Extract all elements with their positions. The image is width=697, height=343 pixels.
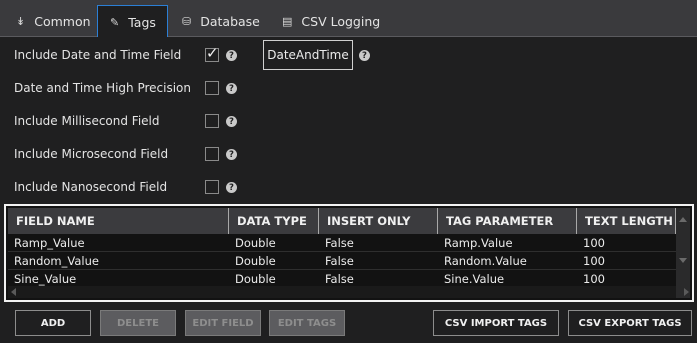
edit-tags-button[interactable]: EDIT TAGS [269, 310, 345, 336]
column-header-text-length[interactable]: TEXT LENGTH [577, 208, 676, 234]
tab-bar: ↡ Common ✎ Tags ⛁ Database ▤ CSV Logging [0, 0, 697, 38]
delete-button[interactable]: DELETE [100, 310, 176, 336]
option-label: Date and Time High Precision [14, 81, 192, 95]
add-button[interactable]: ADD [15, 310, 91, 336]
help-icon[interactable]: ? [226, 116, 237, 127]
cell-tag-parameter: Ramp.Value [444, 236, 513, 250]
csv-file-icon: ▤ [282, 14, 293, 28]
scroll-left-icon[interactable] [11, 288, 16, 296]
csv-export-tags-button[interactable]: CSV EXPORT TAGS [568, 310, 692, 336]
column-header-tag-parameter[interactable]: TAG PARAMETER [438, 208, 577, 234]
option-label: Include Date and Time Field [14, 48, 182, 62]
cell-field-name: Ramp_Value [14, 236, 85, 250]
table-row[interactable]: Ramp_Value Double False Ramp.Value 100 [8, 234, 676, 252]
cell-tag-parameter: Random.Value [444, 254, 527, 268]
cell-field-name: Random_Value [14, 254, 99, 268]
grid-header: FIELD NAME DATA TYPE INSERT ONLY TAG PAR… [8, 208, 676, 234]
include-date-time-checkbox[interactable] [205, 44, 219, 62]
tag-icon: ✎ [110, 15, 120, 29]
help-icon[interactable]: ? [226, 83, 237, 94]
tab-label: Tags [128, 14, 156, 30]
cell-insert-only: False [325, 254, 354, 268]
scroll-down-icon[interactable] [679, 258, 687, 263]
cell-insert-only: False [325, 236, 354, 250]
horizontal-scrollbar[interactable] [8, 286, 689, 298]
include-millisecond-checkbox[interactable] [205, 114, 219, 128]
database-icon: ⛁ [182, 14, 192, 28]
cell-text-length: 100 [583, 236, 605, 250]
help-icon[interactable]: ? [226, 149, 237, 160]
csv-import-tags-button[interactable]: CSV IMPORT TAGS [433, 310, 559, 336]
help-icon[interactable]: ? [226, 50, 237, 61]
scroll-right-icon[interactable] [684, 288, 689, 296]
option-label: Include Millisecond Field [14, 114, 160, 128]
tab-csv-logging[interactable]: ▤ CSV Logging [270, 5, 392, 37]
edit-field-button[interactable]: EDIT FIELD [185, 310, 261, 336]
table-row[interactable]: Random_Value Double False Random.Value 1… [8, 252, 676, 270]
option-label: Include Nanosecond Field [14, 180, 168, 194]
column-header-data-type[interactable]: DATA TYPE [229, 208, 319, 234]
tab-tags[interactable]: ✎ Tags [97, 5, 168, 38]
cell-data-type: Double [235, 254, 276, 268]
include-microsecond-checkbox[interactable] [205, 147, 219, 161]
chevrons-icon: ↡ [16, 14, 26, 28]
date-time-high-precision-checkbox[interactable] [205, 81, 219, 95]
include-nanosecond-checkbox[interactable] [205, 180, 219, 194]
tab-database[interactable]: ⛁ Database [170, 5, 272, 37]
option-label: Include Microsecond Field [14, 147, 169, 161]
help-icon[interactable]: ? [226, 182, 237, 193]
column-header-field-name[interactable]: FIELD NAME [8, 208, 229, 234]
help-icon[interactable]: ? [359, 50, 370, 61]
cell-text-length: 100 [583, 254, 605, 268]
scroll-up-icon[interactable] [679, 217, 687, 222]
tab-label: Common [34, 13, 91, 29]
tab-common[interactable]: ↡ Common [4, 5, 103, 37]
column-header-insert-only[interactable]: INSERT ONLY [319, 208, 438, 234]
cell-data-type: Double [235, 236, 276, 250]
date-time-field-input[interactable]: DateAndTime [263, 40, 353, 70]
vertical-scrollbar[interactable] [676, 208, 690, 298]
tab-label: CSV Logging [301, 13, 381, 29]
tab-label: Database [200, 13, 260, 29]
tags-grid[interactable]: FIELD NAME DATA TYPE INSERT ONLY TAG PAR… [4, 204, 694, 302]
